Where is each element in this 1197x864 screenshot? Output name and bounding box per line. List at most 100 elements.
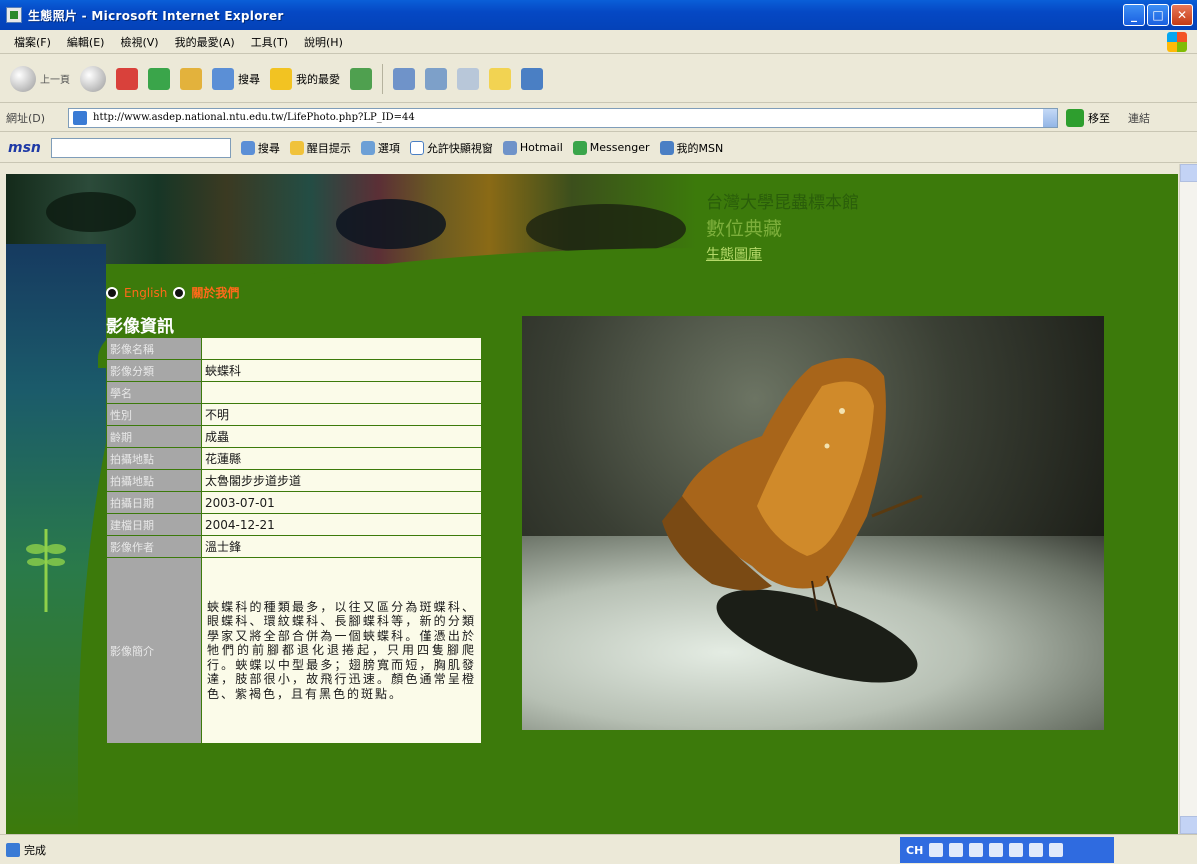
history-icon[interactable] [350, 67, 372, 90]
print-icon[interactable] [425, 67, 447, 90]
address-input[interactable]: http://www.asdep.national.ntu.edu.tw/Lif… [68, 107, 1058, 128]
address-bar: 網址(D) http://www.asdep.national.ntu.edu.… [0, 104, 1197, 132]
menu-edit[interactable]: 編輯(E) [67, 34, 105, 50]
table-row: 拍攝地點 花蓮縣 [106, 447, 482, 470]
nav-link-english[interactable]: English [124, 286, 167, 300]
search-button[interactable]: 搜尋 [212, 67, 260, 90]
table-row: 性別 不明 [106, 403, 482, 426]
scroll-up-icon[interactable] [1180, 164, 1197, 182]
row-label: 影像名稱 [106, 337, 202, 360]
ime-punctuation-icon[interactable] [989, 843, 1004, 857]
vertical-scrollbar[interactable] [1179, 164, 1197, 834]
site-subtitle[interactable]: 數位典藏 [706, 214, 782, 241]
insect-silhouette [526, 204, 686, 254]
site-title: 台灣大學昆蟲標本館 [706, 193, 859, 213]
stop-icon[interactable] [116, 67, 138, 90]
ime-icon[interactable] [929, 843, 944, 857]
msn-search-button[interactable]: 搜尋 [240, 140, 280, 156]
folder-icon[interactable] [489, 67, 511, 90]
minimize-button[interactable]: _ [1123, 4, 1145, 26]
image-info-table: 影像名稱 影像分類 蛺蝶科 學名 性別 不明 齡期 成蟲 拍攝地點 花蓮縣 拍攝地點 太魯… [106, 337, 482, 744]
menu-tools[interactable]: 工具(T) [251, 34, 288, 50]
insect-silhouette [336, 199, 446, 249]
home-icon[interactable] [180, 67, 202, 90]
address-label: 網址(D) [6, 111, 46, 125]
go-button[interactable]: 移至 [1066, 108, 1110, 127]
options-icon [360, 140, 375, 155]
table-row: 齡期 成蟲 [106, 425, 482, 448]
back-arrow-icon [10, 65, 36, 92]
windows-logo-icon [1167, 32, 1187, 52]
address-dropdown-icon[interactable] [1043, 108, 1057, 127]
window-titlebar[interactable]: 生態照片 - Microsoft Internet Explorer _ □ ✕ [0, 0, 1197, 30]
row-label: 影像簡介 [106, 557, 202, 744]
status-bar: 完成 CH [0, 834, 1197, 864]
msn-popup-button[interactable]: 允許快顯視窗 [409, 140, 493, 156]
maximize-button[interactable]: □ [1147, 4, 1169, 26]
refresh-icon[interactable] [148, 67, 170, 90]
row-label: 性別 [106, 403, 202, 426]
messenger-icon[interactable] [521, 67, 543, 90]
popup-window-icon [409, 140, 424, 155]
row-value: 花蓮縣 [201, 447, 482, 470]
row-label: 齡期 [106, 425, 202, 448]
nav-link-about[interactable]: 關於我們 [191, 284, 239, 301]
msn-hotmail-button[interactable]: Hotmail [502, 140, 563, 155]
msn-messenger-button[interactable]: Messenger [572, 140, 650, 155]
msn-mymsn-button[interactable]: 我的MSN [659, 140, 723, 156]
back-button[interactable]: 上一頁 [10, 65, 70, 92]
menu-favorites[interactable]: 我的最愛(A) [175, 34, 235, 50]
insect-silhouette [46, 192, 136, 232]
menu-bar: 檔案(F) 編輯(E) 檢視(V) 我的最愛(A) 工具(T) 說明(H) [0, 30, 1197, 54]
butterfly-illustration [662, 358, 923, 612]
row-value: 成蟲 [201, 425, 482, 448]
mymsn-icon [659, 140, 674, 155]
table-row-description: 影像簡介 蛺蝶科的種類最多，以往又區分為斑蝶科、眼蝶科、環紋蝶科、長腳蝶科等，新的… [106, 557, 482, 744]
page-done-icon [6, 842, 20, 857]
hotmail-icon [502, 140, 517, 155]
edit-icon[interactable] [457, 67, 479, 90]
msn-toolbar: msn 搜尋 醒目提示 選項 允許快顯視窗 Hotmail Messenger … [0, 133, 1197, 163]
window-title: 生態照片 - Microsoft Internet Explorer [28, 8, 284, 23]
msn-search-input[interactable] [50, 137, 231, 158]
mail-icon[interactable] [393, 67, 415, 90]
row-value [201, 381, 482, 404]
menu-file[interactable]: 檔案(F) [14, 34, 51, 50]
row-value: 2004-12-21 [201, 513, 482, 536]
menu-help[interactable]: 說明(H) [304, 34, 343, 50]
language-indicator[interactable]: CH [906, 844, 923, 857]
table-row: 建檔日期 2004-12-21 [106, 513, 482, 536]
close-button[interactable]: ✕ [1171, 4, 1193, 26]
row-value: 不明 [201, 403, 482, 426]
butterfly-photo[interactable] [522, 316, 1104, 730]
web-page: 台灣大學昆蟲標本館 數位典藏 生態圖庫 English 關於我們 影像資訊 影像… [6, 174, 1178, 834]
ime-help-icon[interactable] [1049, 843, 1064, 857]
links-label[interactable]: 連結 [1128, 110, 1150, 126]
bullet-icon [106, 286, 118, 299]
language-bar: CH [900, 837, 1114, 863]
row-label: 拍攝地點 [106, 469, 202, 492]
row-value: 太魯閣步步道步道 [201, 469, 482, 492]
scroll-down-icon[interactable] [1180, 816, 1197, 834]
star-icon [270, 67, 292, 90]
row-value: 溫士鋒 [201, 535, 482, 558]
table-row: 拍攝日期 2003-07-01 [106, 491, 482, 514]
ime-mode-icon[interactable] [949, 843, 964, 857]
forward-button[interactable] [80, 65, 106, 92]
row-value [201, 337, 482, 360]
msn-highlight-button[interactable]: 醒目提示 [289, 140, 351, 156]
menu-view[interactable]: 檢視(V) [120, 34, 158, 50]
search-icon [240, 140, 255, 155]
msn-logo[interactable]: msn [8, 140, 41, 156]
messenger-icon [572, 140, 587, 155]
ime-keyboard-icon[interactable] [1009, 843, 1024, 857]
favorites-button[interactable]: 我的最愛 [270, 67, 340, 90]
row-value: 蛺蝶科 [201, 359, 482, 382]
ie-page-icon [6, 7, 22, 23]
row-label: 學名 [106, 381, 202, 404]
site-subtitle-link[interactable]: 生態圖庫 [706, 244, 762, 264]
ime-pad-icon[interactable] [1029, 843, 1044, 857]
ime-fullwidth-icon[interactable] [969, 843, 984, 857]
row-value: 2003-07-01 [201, 491, 482, 514]
msn-options-button[interactable]: 選項 [360, 140, 400, 156]
